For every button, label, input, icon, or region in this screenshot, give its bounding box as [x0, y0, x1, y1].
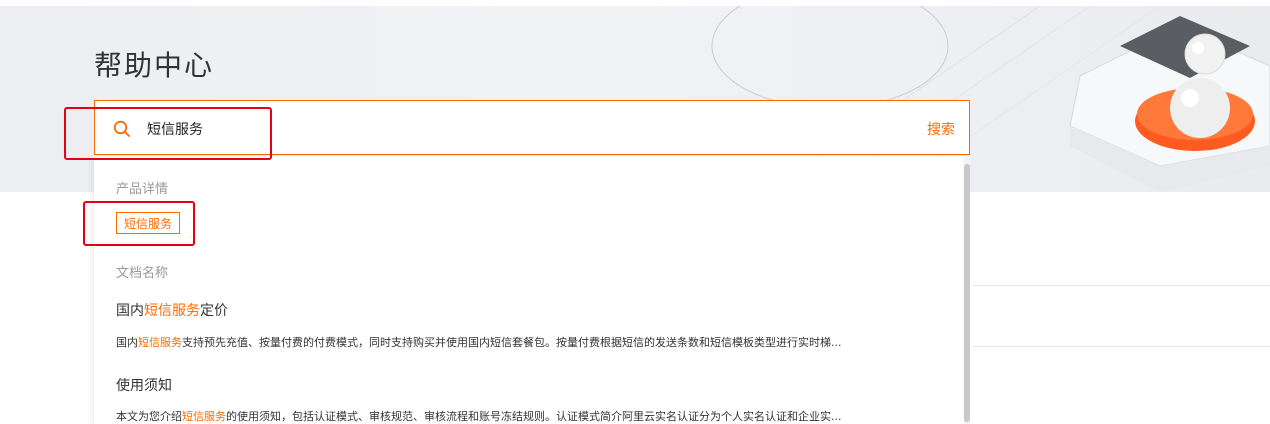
page-title: 帮助中心	[94, 49, 215, 82]
scrollbar-thumb[interactable]	[964, 164, 970, 422]
search-button[interactable]: 搜索	[927, 119, 955, 139]
doc-desc-pricing: 国内短信服务支持预先充值、按量付费的付费模式，同时支持购买并使用国内短信套餐包。…	[116, 334, 842, 350]
doc-desc-highlight: 短信服务	[138, 336, 182, 349]
doc-desc-text: 国内	[116, 336, 138, 349]
doc-desc-text: 的使用须知，包括认证模式、审核规范、审核流程和账号冻结规则。认证模式简介阿里云实…	[226, 410, 842, 423]
doc-desc-usage-notes: 本文为您介绍短信服务的使用须知，包括认证模式、审核规范、审核流程和账号冻结规则。…	[116, 408, 842, 424]
doc-title-highlight: 短信服务	[144, 303, 200, 319]
doc-desc-text: 本文为您介绍	[116, 410, 182, 423]
annotation-box-product-tag	[83, 201, 195, 246]
docs-section-label: 文档名称	[116, 266, 169, 281]
top-strip	[0, 0, 1270, 6]
content-divider	[972, 285, 1270, 286]
doc-title-text: 使用须知	[116, 378, 172, 394]
doc-title-pricing[interactable]: 国内短信服务定价	[116, 300, 228, 320]
product-section-label: 产品详情	[116, 182, 169, 197]
doc-title-text: 定价	[200, 303, 228, 319]
dropdown-scrollbar[interactable]	[964, 156, 970, 424]
doc-desc-text: 支持预先充值、按量付费的付费模式，同时支持购买并使用国内短信套餐包。按量付费根据…	[182, 336, 842, 349]
doc-desc-highlight: 短信服务	[182, 410, 226, 423]
content-divider	[972, 346, 1270, 347]
annotation-box-search	[64, 107, 272, 160]
doc-title-text: 国内	[116, 303, 144, 319]
search-suggestions-dropdown: 产品详情 短信服务 文档名称 国内短信服务定价 国内短信服务支持预先充值、按量付…	[94, 156, 964, 424]
doc-title-usage-notes[interactable]: 使用须知	[116, 375, 172, 395]
